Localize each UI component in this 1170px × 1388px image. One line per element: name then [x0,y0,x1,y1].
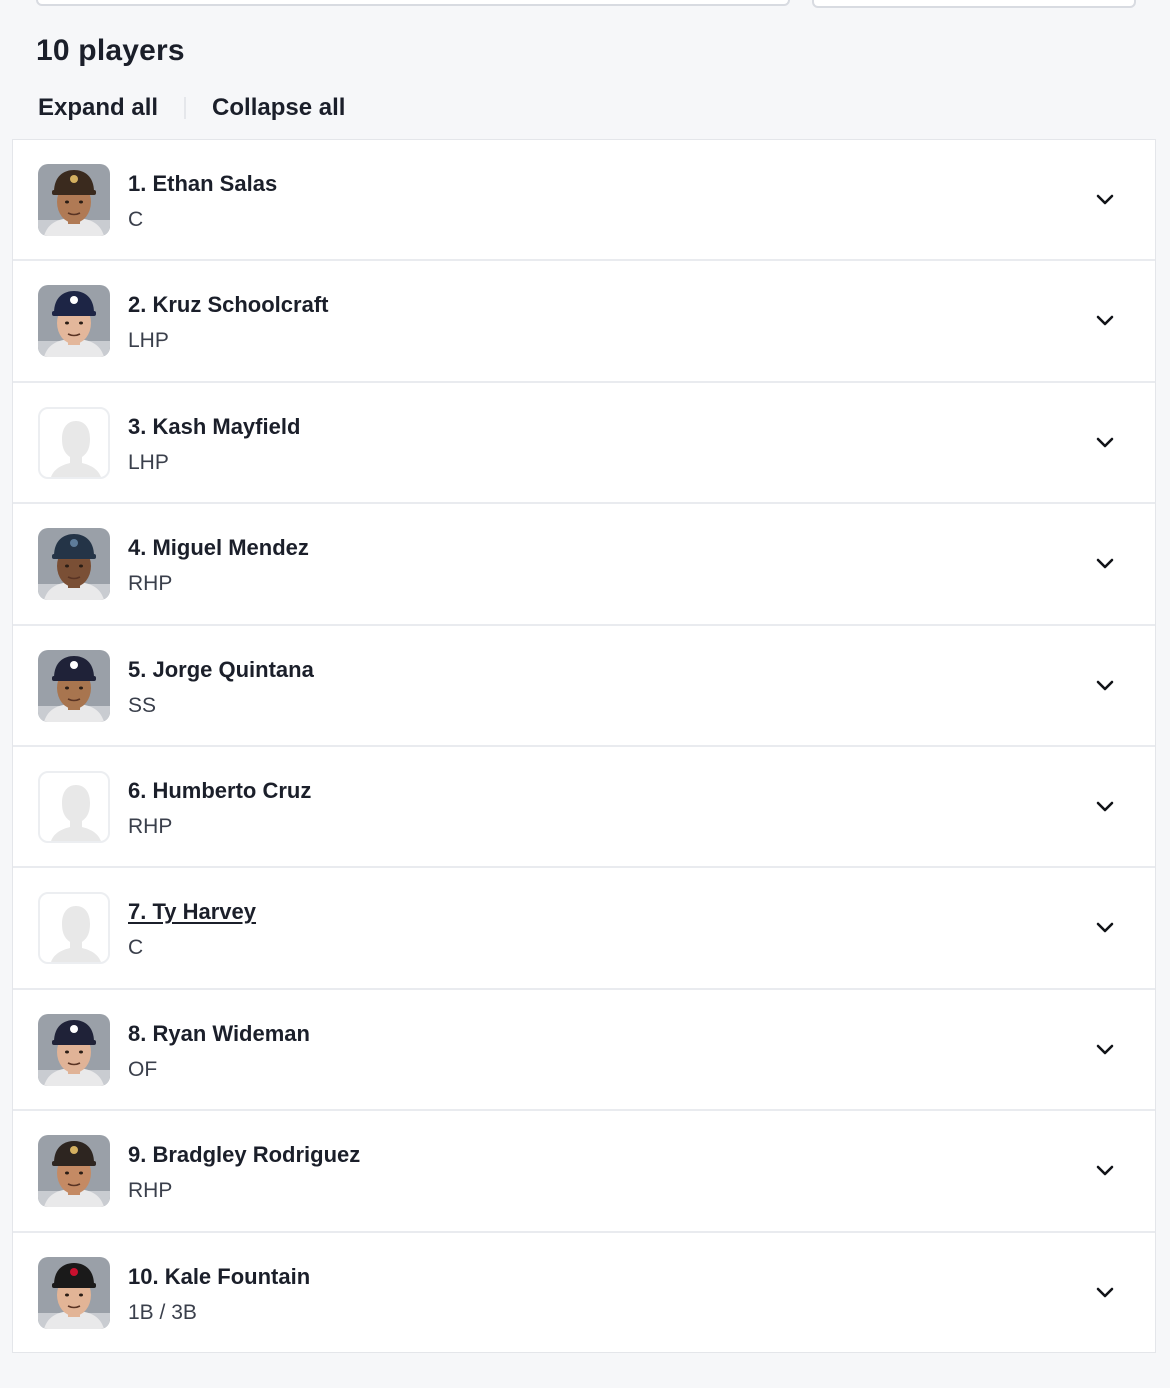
player-name[interactable]: 5. Jorge Quintana [128,656,314,684]
player-photo [38,1013,110,1086]
collapse-all-button[interactable]: Collapse all [212,91,345,125]
player-row[interactable]: 5. Jorge Quintana SS [13,626,1155,747]
chevron-down-icon[interactable] [1095,1283,1115,1303]
chevron-down-icon[interactable] [1095,918,1115,938]
player-photo [38,528,110,601]
player-position: SS [128,693,157,717]
player-silhouette-icon [38,892,110,965]
toolbar-divider [184,97,187,119]
player-position: OF [128,1057,158,1081]
chevron-down-icon[interactable] [1095,433,1115,453]
player-row[interactable]: 7. Ty Harvey C [13,868,1155,990]
player-photo [38,649,110,722]
player-silhouette-icon [38,406,110,479]
player-row[interactable]: 2. Kruz Schoolcraft LHP [13,261,1155,383]
player-name[interactable]: 8. Ryan Wideman [128,1020,310,1048]
player-photo [38,1256,110,1329]
player-position: RHP [128,1179,173,1203]
player-position: 1B / 3B [128,1300,197,1324]
player-name[interactable]: 2. Kruz Schoolcraft [128,291,328,319]
chevron-down-icon[interactable] [1095,1040,1115,1060]
chevron-down-icon[interactable] [1095,311,1115,331]
player-position: C [128,936,144,960]
player-name[interactable]: 10. Kale Fountain [128,1263,310,1291]
player-count-title: 10 players [36,34,185,67]
chevron-down-icon[interactable] [1095,554,1115,574]
player-name[interactable]: 3. Kash Mayfield [128,413,300,441]
player-position: LHP [128,450,169,474]
player-photo [38,1135,110,1208]
player-position: C [128,208,144,231]
search-input[interactable] [36,0,790,6]
player-row[interactable]: 9. Bradgley Rodriguez RHP [13,1111,1155,1233]
expand-collapse-toolbar: Expand all Collapse all [38,91,345,125]
player-photo [38,285,110,358]
player-name[interactable]: 7. Ty Harvey [128,898,256,926]
player-silhouette-icon [38,770,110,843]
player-position: RHP [128,572,173,596]
player-row[interactable]: 3. Kash Mayfield LHP [13,383,1155,505]
player-name[interactable]: 1. Ethan Salas [128,170,277,198]
chevron-down-icon[interactable] [1095,190,1115,210]
player-photo [38,164,110,236]
chevron-down-icon[interactable] [1095,797,1115,817]
player-row[interactable]: 1. Ethan Salas C [13,140,1155,262]
player-list: 1. Ethan Salas C 2. Kruz Schoolcraft LHP… [12,139,1156,1353]
player-name[interactable]: 4. Miguel Mendez [128,534,309,562]
filter-select[interactable] [812,0,1136,8]
chevron-down-icon[interactable] [1095,1161,1115,1181]
top-controls [36,0,1136,8]
player-name[interactable]: 9. Bradgley Rodriguez [128,1141,360,1169]
player-position: RHP [128,814,173,838]
player-row[interactable]: 10. Kale Fountain 1B / 3B [13,1233,1155,1354]
player-position: LHP [128,329,169,353]
player-row[interactable]: 4. Miguel Mendez RHP [13,504,1155,626]
chevron-down-icon[interactable] [1095,676,1115,696]
player-row[interactable]: 6. Humberto Cruz RHP [13,747,1155,869]
player-name[interactable]: 6. Humberto Cruz [128,777,311,805]
expand-all-button[interactable]: Expand all [38,91,158,125]
player-row[interactable]: 8. Ryan Wideman OF [13,990,1155,1112]
